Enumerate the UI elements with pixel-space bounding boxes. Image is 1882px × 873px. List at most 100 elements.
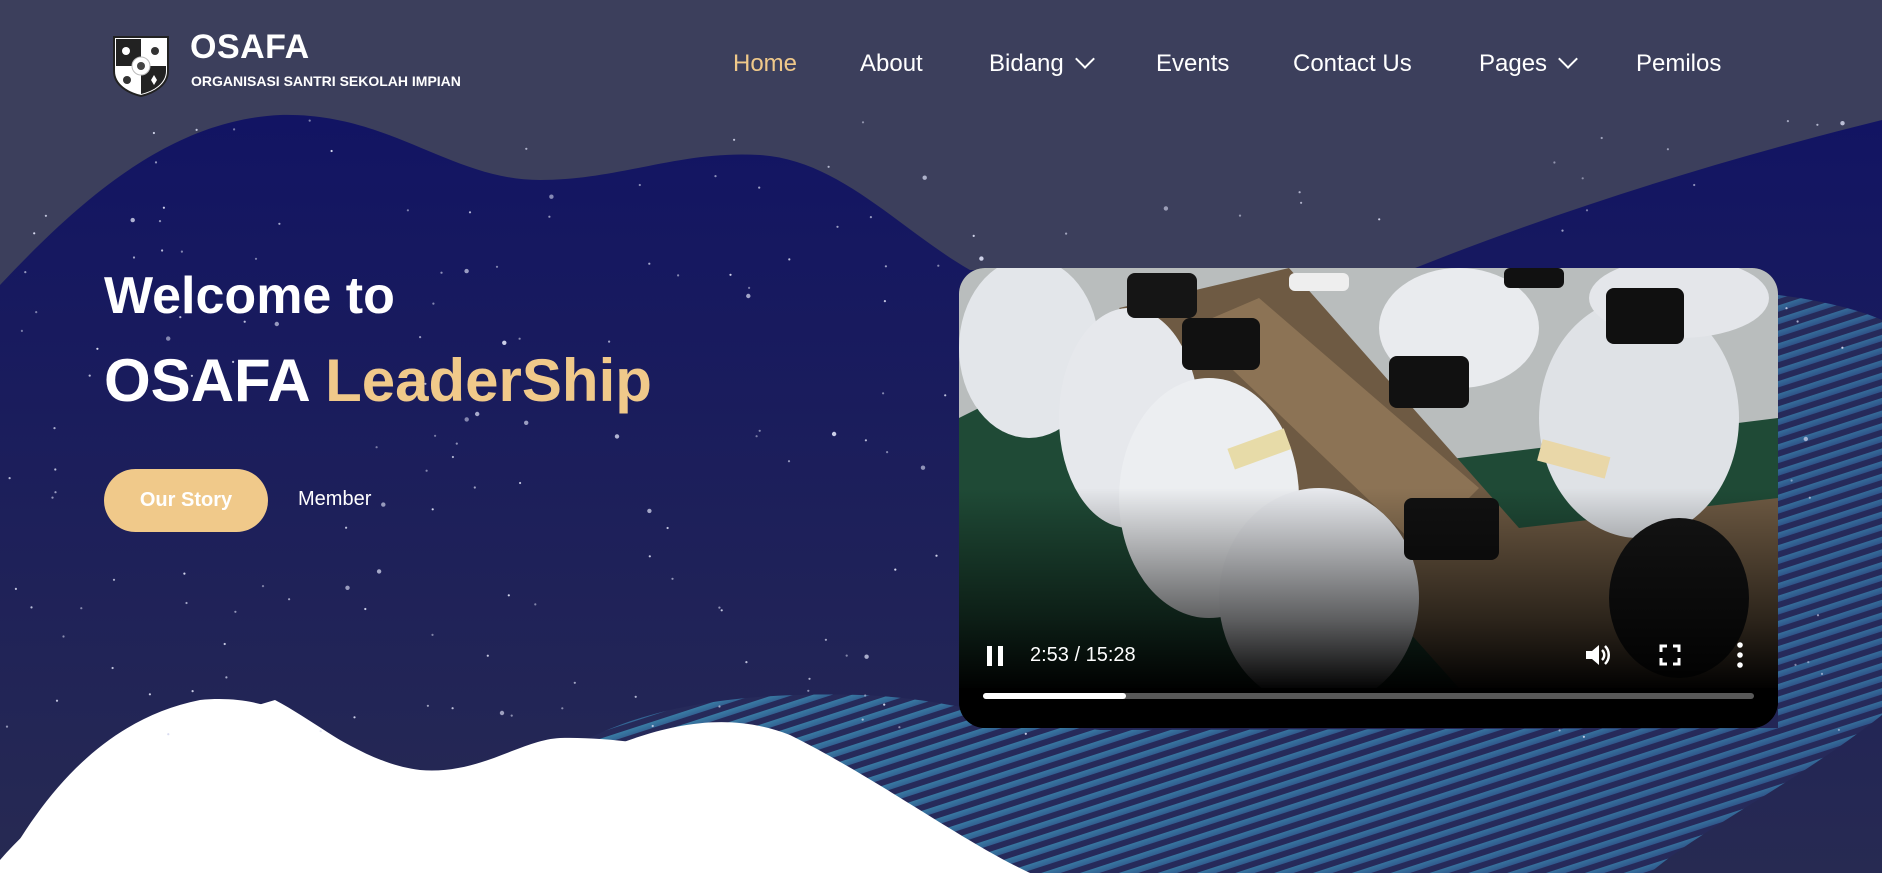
- star: [831, 431, 837, 437]
- star: [455, 442, 458, 445]
- star: [979, 256, 984, 261]
- star: [80, 607, 83, 610]
- star: [375, 446, 378, 449]
- star: [431, 508, 434, 511]
- star: [1553, 161, 1556, 164]
- star: [473, 486, 476, 489]
- star: [647, 508, 652, 514]
- star: [51, 496, 54, 499]
- star: [807, 689, 810, 692]
- star: [464, 268, 469, 274]
- nav-pages-label: Pages: [1479, 50, 1548, 77]
- nav-home[interactable]: Home: [733, 50, 797, 78]
- nav-events[interactable]: Events: [1156, 50, 1229, 78]
- fullscreen-icon[interactable]: [1659, 644, 1681, 666]
- star: [787, 460, 791, 463]
- star: [718, 705, 721, 708]
- star: [278, 222, 281, 225]
- star: [1585, 209, 1589, 212]
- star: [112, 578, 116, 581]
- star: [1837, 728, 1840, 732]
- hero-heading-line2: OSAFA LeaderShip: [104, 346, 652, 415]
- star: [836, 225, 839, 228]
- star: [96, 347, 99, 350]
- star: [426, 704, 429, 707]
- hero-heading-line1: Welcome to: [104, 267, 395, 325]
- star: [651, 724, 654, 728]
- brand-subtitle: ORGANISASI SANTRI SEKOLAH IMPIAN: [191, 73, 461, 89]
- star: [330, 149, 333, 153]
- star: [33, 232, 36, 235]
- star: [525, 147, 528, 150]
- hero-heading-brand: OSAFA: [104, 347, 309, 414]
- star: [162, 206, 165, 209]
- more-options-icon[interactable]: [1737, 642, 1743, 668]
- star: [677, 274, 680, 277]
- star: [1794, 663, 1797, 667]
- star: [432, 302, 435, 305]
- star: [54, 468, 57, 471]
- volume-icon[interactable]: [1584, 642, 1612, 668]
- star: [1163, 206, 1169, 211]
- star: [746, 293, 751, 299]
- star: [381, 502, 386, 507]
- star: [30, 606, 33, 609]
- star: [1558, 729, 1561, 732]
- star: [376, 569, 382, 574]
- star: [883, 300, 887, 303]
- star: [111, 666, 114, 670]
- star: [1238, 214, 1242, 217]
- star: [1820, 672, 1824, 676]
- nav-bidang[interactable]: Bidang: [989, 49, 1095, 78]
- star: [714, 175, 717, 178]
- nav-contact-us[interactable]: Contact Us: [1293, 50, 1412, 78]
- star: [898, 726, 901, 729]
- star: [894, 568, 897, 571]
- nav-home-label: Home: [733, 50, 798, 77]
- star: [718, 606, 721, 609]
- star: [499, 710, 505, 716]
- brand-title[interactable]: OSAFA: [190, 28, 310, 67]
- star: [14, 587, 17, 591]
- shield-crest-icon[interactable]: [112, 35, 170, 97]
- star: [254, 257, 258, 260]
- star: [234, 610, 237, 613]
- star: [451, 707, 454, 710]
- star: [185, 601, 188, 605]
- star: [510, 714, 513, 717]
- star: [507, 594, 510, 597]
- star: [158, 220, 162, 223]
- nav-pemilos[interactable]: Pemilos: [1636, 50, 1721, 78]
- star: [130, 217, 135, 223]
- star: [166, 336, 171, 341]
- star: [502, 340, 507, 345]
- star: [345, 585, 350, 590]
- star: [1785, 307, 1788, 310]
- star: [431, 633, 434, 637]
- star: [882, 392, 885, 395]
- star: [920, 465, 926, 470]
- star: [634, 695, 637, 698]
- star: [1300, 201, 1303, 204]
- star: [419, 336, 422, 339]
- star: [440, 271, 443, 274]
- star: [861, 718, 864, 721]
- star: [345, 526, 348, 529]
- star: [671, 577, 674, 580]
- nav-pages[interactable]: Pages: [1479, 49, 1578, 78]
- member-link[interactable]: Member: [298, 488, 371, 511]
- nav-about[interactable]: About: [860, 50, 923, 78]
- pause-icon[interactable]: [987, 646, 1005, 666]
- video-player[interactable]: 2:53 / 15:28: [959, 268, 1778, 728]
- video-progress-bar[interactable]: [983, 693, 1754, 699]
- nav-events-label: Events: [1156, 50, 1230, 77]
- star: [54, 491, 57, 494]
- star: [434, 434, 437, 437]
- star: [44, 214, 48, 217]
- star: [132, 256, 136, 259]
- site-header: OSAFA ORGANISASI SANTRI SEKOLAH IMPIAN H…: [0, 0, 1882, 130]
- star: [845, 654, 848, 657]
- star: [755, 435, 758, 438]
- star: [167, 733, 170, 736]
- our-story-button[interactable]: Our Story: [104, 469, 268, 532]
